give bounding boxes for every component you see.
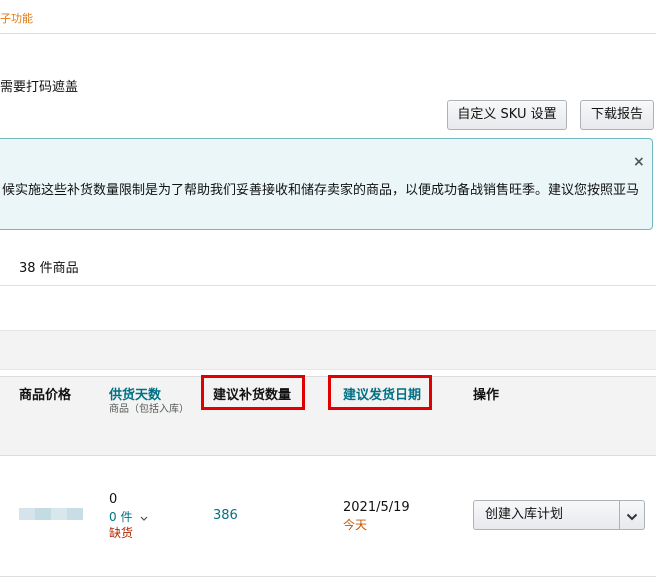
chevron-down-icon	[140, 511, 148, 525]
download-report-button[interactable]: 下载报告	[580, 100, 654, 130]
top-divider	[0, 33, 656, 34]
highlight-box-qty	[201, 375, 305, 410]
ship-date-today: 今天	[343, 518, 368, 532]
header-action: 操作	[473, 388, 500, 403]
units-label: 0 件	[109, 510, 133, 524]
header-days-sub: 商品（包括入库）	[109, 404, 189, 415]
bottom-divider	[0, 576, 656, 577]
result-count: 38 件商品	[19, 261, 79, 276]
alert-message: 候实施这些补货数量限制是为了帮助我们妥善接收和储存卖家的商品，以便成功备战销售旺…	[2, 183, 640, 198]
create-shipment-plan-button[interactable]: 创建入库计划	[474, 501, 619, 529]
ship-date-value: 2021/5/19	[343, 500, 410, 515]
action-dropdown-toggle[interactable]	[620, 501, 644, 529]
price-redacted	[19, 508, 83, 520]
recommended-qty-value[interactable]: 386	[213, 508, 238, 523]
close-icon[interactable]: ×	[633, 154, 645, 170]
filter-band	[0, 330, 656, 370]
mask-notice: 需要打码遮盖	[0, 80, 79, 95]
section-divider	[0, 285, 656, 286]
feature-link[interactable]: 子功能	[0, 10, 33, 26]
days-of-supply-value: 0	[109, 492, 118, 507]
out-of-stock-label: 缺货	[109, 526, 134, 540]
custom-sku-settings-button[interactable]: 自定义 SKU 设置	[447, 100, 567, 130]
highlight-box-date	[328, 375, 432, 410]
units-dropdown[interactable]: 0 件	[109, 508, 148, 525]
chevron-down-icon	[626, 506, 638, 525]
header-price: 商品价格	[19, 388, 72, 403]
